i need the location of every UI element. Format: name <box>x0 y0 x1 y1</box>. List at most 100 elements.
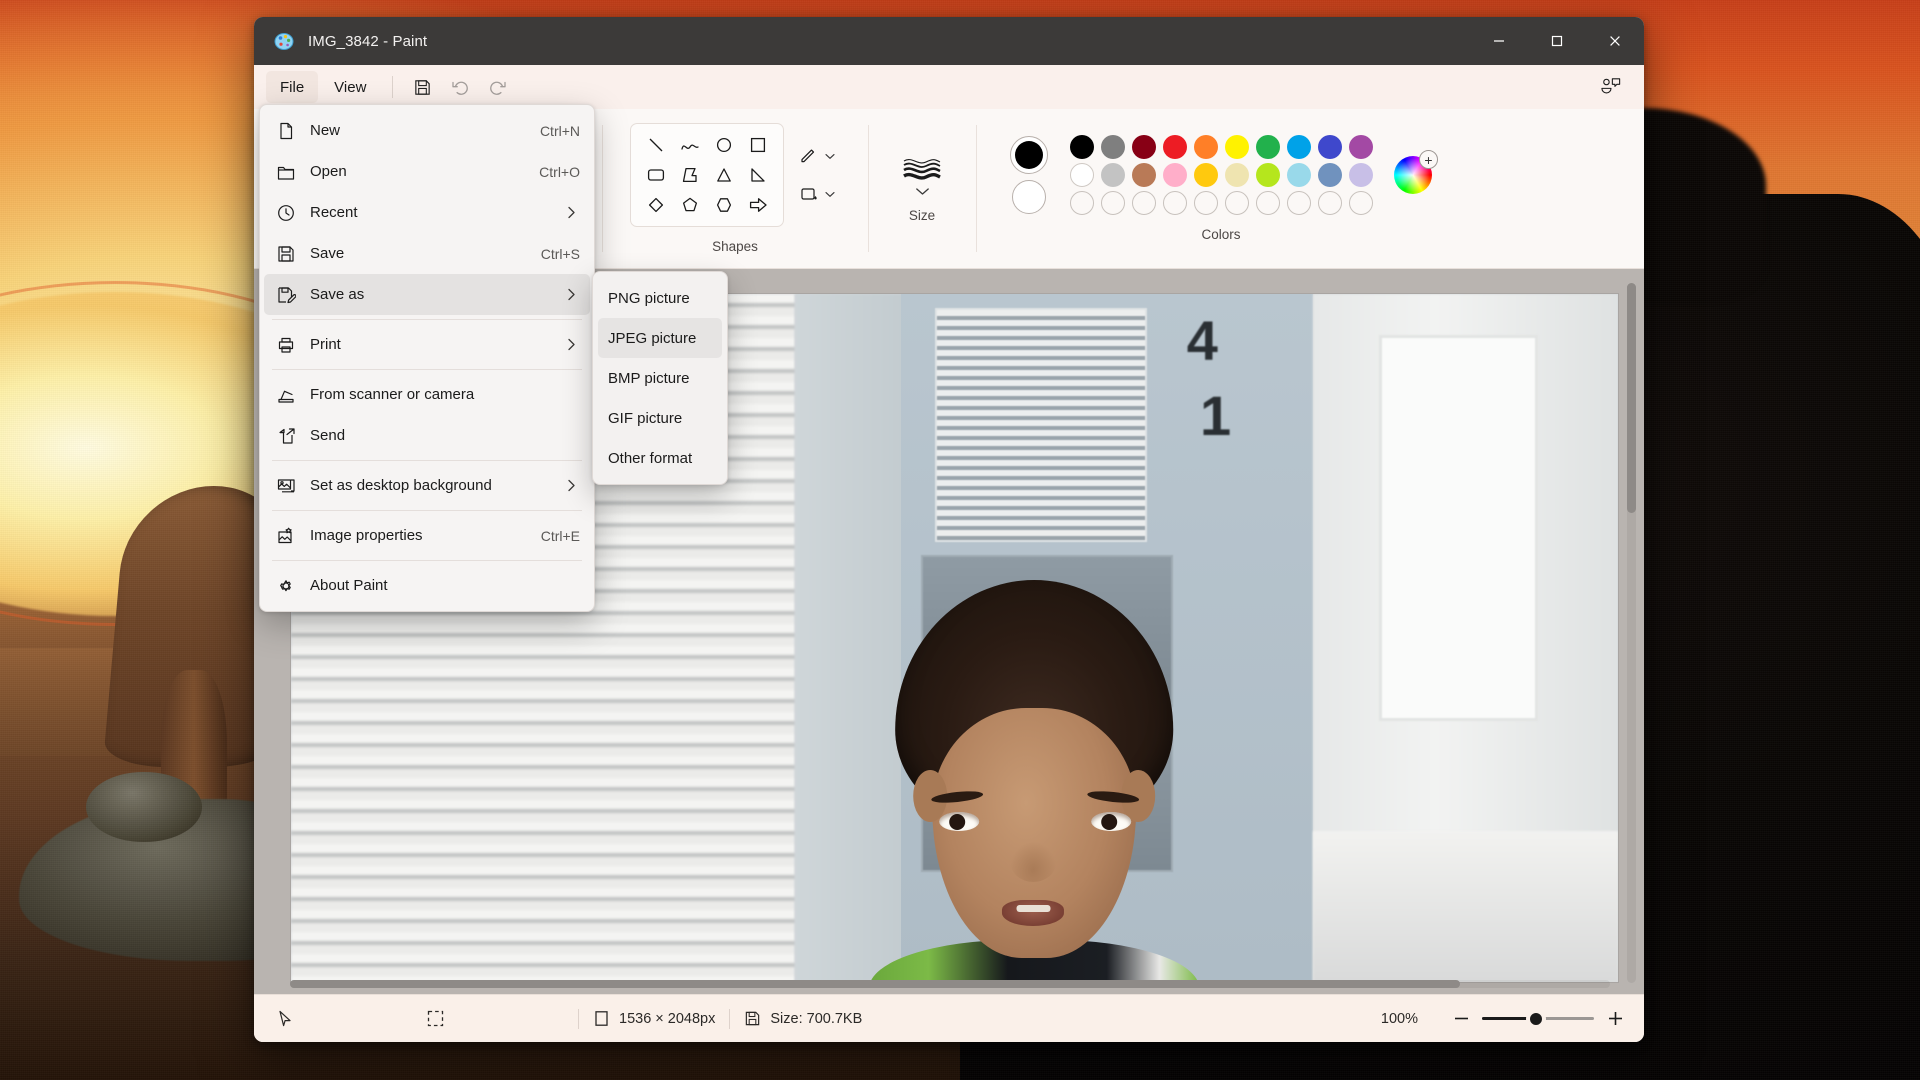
file-menu-item-image-properties[interactable]: Image properties Ctrl+E <box>264 515 590 556</box>
shape-right-triangle[interactable] <box>741 160 775 190</box>
palette-swatch-0-0[interactable] <box>1066 135 1097 159</box>
palette-swatch-1-8[interactable] <box>1314 163 1345 187</box>
palette-swatch-1-7[interactable] <box>1283 163 1314 187</box>
tab-file-label: File <box>280 78 305 96</box>
copilot-button[interactable] <box>1592 71 1630 103</box>
palette-swatch-2-6[interactable] <box>1252 191 1283 215</box>
save-as-item-png-picture[interactable]: PNG picture <box>598 278 722 318</box>
palette-swatch-2-3[interactable] <box>1159 191 1190 215</box>
file-menu-item-about-paint[interactable]: About Paint <box>264 565 590 606</box>
undo-button[interactable] <box>441 71 479 103</box>
send-share-icon <box>276 426 304 446</box>
shape-polygon[interactable] <box>673 160 707 190</box>
chevron-down-icon <box>825 191 835 198</box>
palette-swatch-0-9[interactable] <box>1345 135 1376 159</box>
palette-swatch-1-0[interactable] <box>1066 163 1097 187</box>
vertical-scroll-thumb[interactable] <box>1627 283 1636 513</box>
palette-swatch-0-5[interactable] <box>1221 135 1252 159</box>
shape-line[interactable] <box>639 130 673 160</box>
palette-swatch-2-5[interactable] <box>1221 191 1252 215</box>
shape-triangle[interactable] <box>707 160 741 190</box>
file-menu-item-from-scanner-or-camera[interactable]: From scanner or camera <box>264 374 590 415</box>
file-menu-item-shortcut: Ctrl+O <box>539 163 580 180</box>
palette-swatch-1-6[interactable] <box>1252 163 1283 187</box>
file-menu-item-print[interactable]: Print <box>264 324 590 365</box>
file-menu-item-save[interactable]: Save Ctrl+S <box>264 233 590 274</box>
palette-swatch-1-4[interactable] <box>1190 163 1221 187</box>
photo-steps <box>1312 830 1618 982</box>
palette-swatch-0-7[interactable] <box>1283 135 1314 159</box>
shape-rounded-rectangle[interactable] <box>639 160 673 190</box>
file-menu-item-save-as[interactable]: Save as <box>264 274 590 315</box>
palette-swatch-dot <box>1348 191 1373 215</box>
palette-swatch-0-4[interactable] <box>1190 135 1221 159</box>
color-secondary-swatch[interactable] <box>1012 180 1046 214</box>
save-quick-button[interactable] <box>403 71 441 103</box>
zoom-slider-knob[interactable] <box>1526 1009 1545 1028</box>
file-menu-item-label: Open <box>310 163 347 180</box>
file-menu-item-label: Save as <box>310 286 365 303</box>
palette-swatch-2-9[interactable] <box>1345 191 1376 215</box>
shape-pentagon[interactable] <box>673 190 707 220</box>
maximize-button[interactable] <box>1528 17 1586 65</box>
close-button[interactable] <box>1586 17 1644 65</box>
shape-hexagon[interactable] <box>707 190 741 220</box>
save-as-item-label: Other format <box>608 449 693 467</box>
palette-swatch-0-1[interactable] <box>1097 135 1128 159</box>
shape-fill-button[interactable] <box>794 180 840 208</box>
palette-swatch-dot <box>1069 163 1094 187</box>
palette-swatch-0-3[interactable] <box>1159 135 1190 159</box>
zoom-slider[interactable] <box>1482 1009 1594 1028</box>
palette-swatch-2-8[interactable] <box>1314 191 1345 215</box>
save-as-item-gif-picture[interactable]: GIF picture <box>598 398 722 438</box>
edit-colors-button[interactable]: + <box>1394 150 1438 194</box>
save-as-item-bmp-picture[interactable]: BMP picture <box>598 358 722 398</box>
save-as-item-jpeg-picture[interactable]: JPEG picture <box>598 318 722 358</box>
palette-swatch-1-1[interactable] <box>1097 163 1128 187</box>
shape-diamond[interactable] <box>639 190 673 220</box>
palette-swatch-0-8[interactable] <box>1314 135 1345 159</box>
palette-swatch-1-9[interactable] <box>1345 163 1376 187</box>
plus-icon: + <box>1419 150 1438 169</box>
file-menu-item-open[interactable]: Open Ctrl+O <box>264 151 590 192</box>
canvas-horizontal-scrollbar[interactable] <box>290 980 1610 988</box>
clock-icon <box>276 203 304 223</box>
status-dimensions: 1536 × 2048px <box>579 995 729 1042</box>
palette-swatch-1-5[interactable] <box>1221 163 1252 187</box>
shape-outline-button[interactable] <box>794 142 840 170</box>
tab-view[interactable]: View <box>320 71 380 103</box>
file-menu-item-new[interactable]: New Ctrl+N <box>264 110 590 151</box>
redo-button[interactable] <box>479 71 517 103</box>
palette-swatch-2-1[interactable] <box>1097 191 1128 215</box>
minimize-button[interactable] <box>1470 17 1528 65</box>
shape-right-arrow[interactable] <box>741 190 775 220</box>
palette-swatch-1-2[interactable] <box>1128 163 1159 187</box>
chevron-right-icon <box>567 206 580 219</box>
shape-rectangle[interactable] <box>741 130 775 160</box>
horizontal-scroll-thumb[interactable] <box>290 980 1460 988</box>
file-menu-item-send[interactable]: Send <box>264 415 590 456</box>
save-as-item-other-format[interactable]: Other format <box>598 438 722 478</box>
zoom-out-button[interactable] <box>1446 1004 1476 1034</box>
palette-swatch-2-0[interactable] <box>1066 191 1097 215</box>
palette-swatch-1-3[interactable] <box>1159 163 1190 187</box>
canvas-vertical-scrollbar[interactable] <box>1627 283 1636 983</box>
palette-swatch-0-6[interactable] <box>1252 135 1283 159</box>
file-menu-item-recent[interactable]: Recent <box>264 192 590 233</box>
palette-swatch-2-7[interactable] <box>1283 191 1314 215</box>
palette-swatch-2-2[interactable] <box>1128 191 1159 215</box>
palette-swatch-2-4[interactable] <box>1190 191 1221 215</box>
palette-swatch-dot <box>1286 135 1311 159</box>
tab-file[interactable]: File <box>266 71 319 103</box>
colors-group-label: Colors <box>1201 227 1241 242</box>
file-menu-item-set-as-desktop-background[interactable]: Set as desktop background <box>264 465 590 506</box>
zoom-in-button[interactable] <box>1600 1004 1630 1034</box>
save-as-item-label: GIF picture <box>608 409 683 427</box>
palette-swatch-0-2[interactable] <box>1128 135 1159 159</box>
shape-oval[interactable] <box>707 130 741 160</box>
title-bar[interactable]: IMG_3842 - Paint <box>254 17 1644 65</box>
desktop-background-icon <box>276 476 304 496</box>
color-primary-swatch[interactable] <box>1010 136 1048 174</box>
size-content[interactable] <box>902 155 942 196</box>
shape-curve[interactable] <box>673 130 707 160</box>
